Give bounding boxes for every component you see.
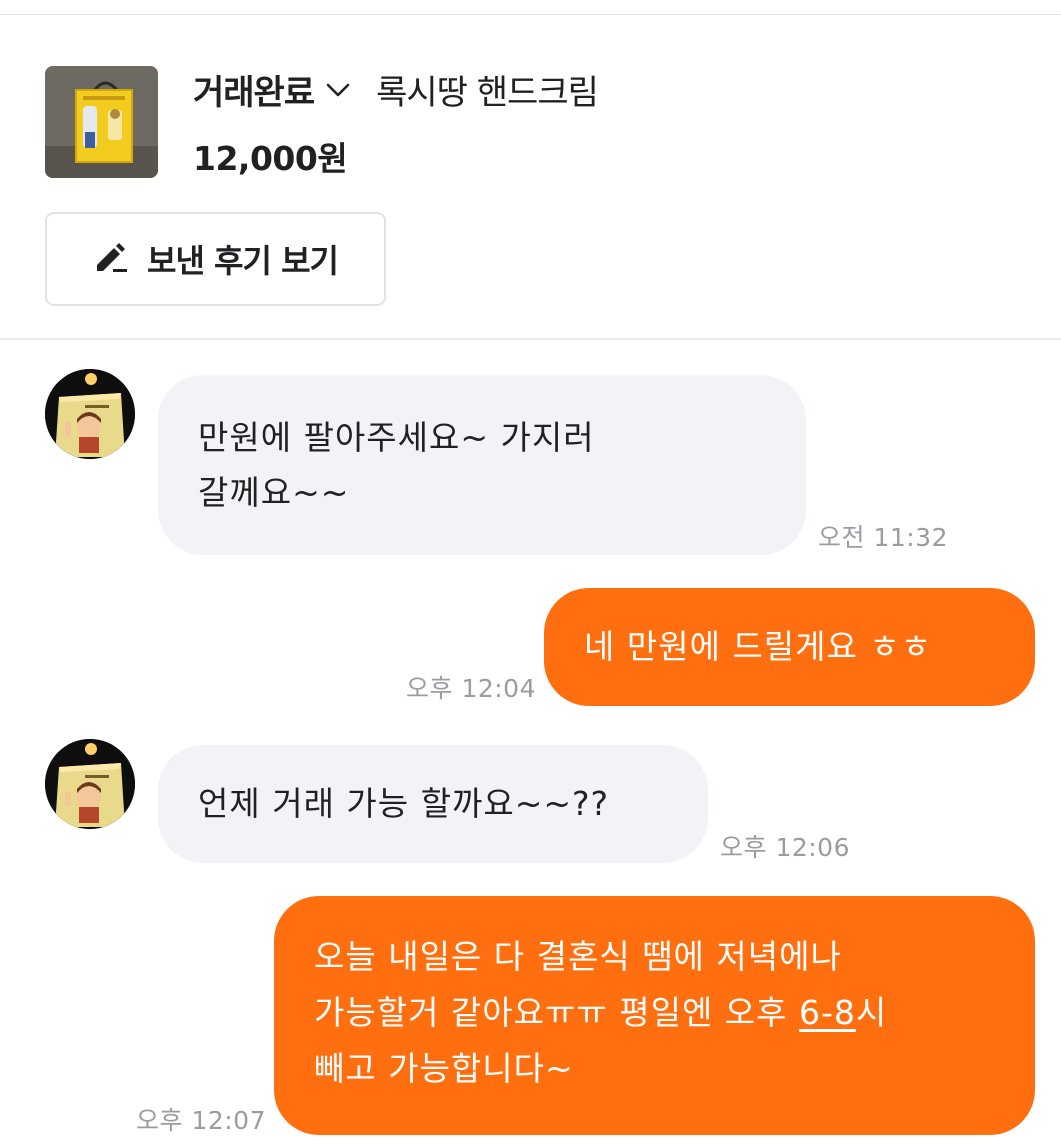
review-button-label: 보낸 후기 보기 [147, 242, 339, 280]
message-text: 갈께요~~ [198, 473, 350, 512]
message-timestamp: 오후 12:06 [720, 833, 850, 862]
message-text: 만원에 팔아주세요~ 가지러 [198, 418, 595, 457]
message-timestamp: 오전 11:32 [818, 523, 948, 552]
chevron-down-icon[interactable] [326, 82, 350, 102]
product-price: 12,000원 [193, 139, 348, 178]
message-timestamp: 오후 12:07 [136, 1106, 266, 1135]
message-bubble-incoming: 만원에 팔아주세요~ 가지러 갈께요~~ [158, 375, 806, 555]
pencil-icon [93, 241, 129, 277]
header-divider [0, 338, 1061, 340]
product-title[interactable]: 록시땅 핸드크림 [376, 65, 599, 114]
time-range-link[interactable]: 6-8 [799, 993, 856, 1032]
message-text: 빼고 가능합니다~ [314, 1049, 574, 1088]
trade-status-dropdown[interactable]: 거래완료 [193, 65, 315, 114]
message-text-line: 가능할거 같아요ㅠㅠ 평일엔 오후 6-8시 [314, 985, 1015, 1041]
product-thumbnail[interactable] [45, 66, 158, 178]
avatar[interactable] [45, 369, 135, 459]
top-divider [0, 14, 1061, 15]
view-sent-review-button[interactable]: 보낸 후기 보기 [45, 212, 386, 306]
message-timestamp: 오후 12:04 [406, 674, 536, 703]
message-text: 오늘 내일은 다 결혼식 땜에 저녁에나 [314, 937, 842, 976]
message-bubble-outgoing: 오늘 내일은 다 결혼식 땜에 저녁에나 가능할거 같아요ㅠㅠ 평일엔 오후 6… [274, 896, 1035, 1135]
trade-status-row: 거래완료 록시땅 핸드크림 [193, 64, 599, 114]
message-bubble-incoming: 언제 거래 가능 할까요~~?? [158, 745, 708, 863]
message-text: 언제 거래 가능 할까요~~?? [198, 784, 610, 823]
message-text: 가능할거 같아요ㅠㅠ 평일엔 오후 [314, 993, 799, 1032]
message-text: 네 만원에 드릴게요 ㅎㅎ [584, 627, 933, 666]
avatar[interactable] [45, 739, 135, 829]
message-text: 시 [855, 993, 888, 1032]
message-bubble-outgoing: 네 만원에 드릴게요 ㅎㅎ [544, 588, 1035, 706]
